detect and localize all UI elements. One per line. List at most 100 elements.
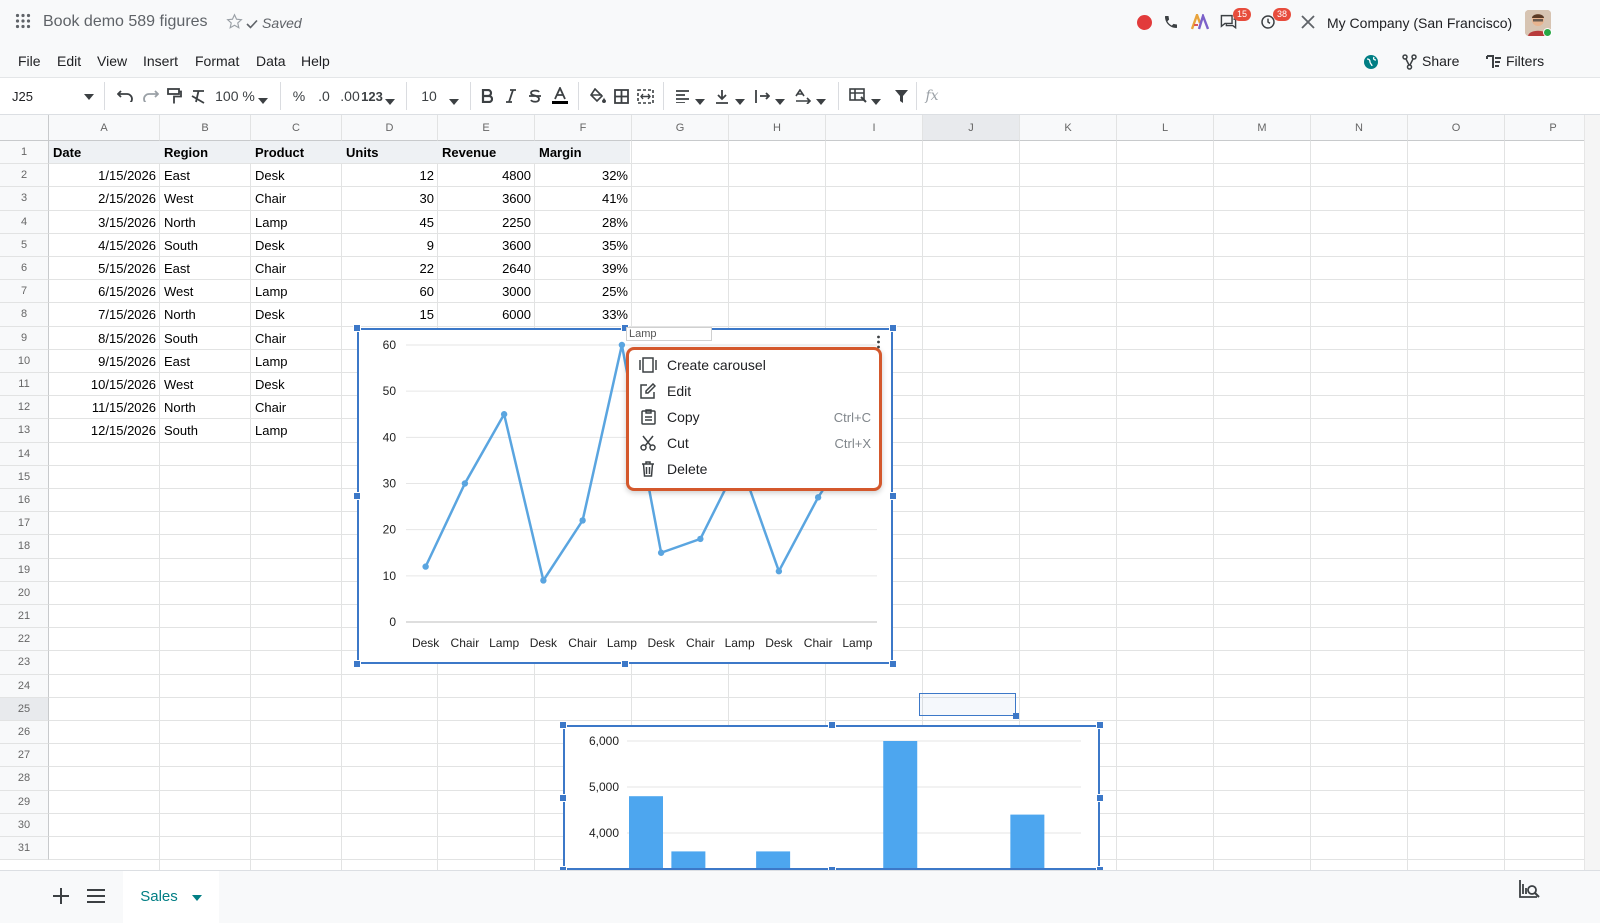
- data-point[interactable]: [697, 536, 703, 542]
- data-point[interactable]: [501, 411, 507, 417]
- table-header-cell[interactable]: Product: [251, 141, 342, 164]
- table-header-cell[interactable]: Margin: [535, 141, 632, 164]
- table-cell[interactable]: 60: [342, 280, 438, 303]
- table-cell[interactable]: 3600: [438, 234, 535, 257]
- text-rotation-icon[interactable]: [793, 85, 813, 107]
- table-cell[interactable]: Desk: [251, 234, 342, 257]
- row-header-16[interactable]: 16: [0, 489, 49, 512]
- row-header-11[interactable]: 11: [0, 373, 49, 396]
- menu-item-edit[interactable]: Edit: [637, 378, 871, 404]
- document-title[interactable]: Book demo 589 figures: [43, 13, 208, 31]
- bar[interactable]: [629, 796, 663, 870]
- table-cell[interactable]: 1/15/2026: [49, 164, 160, 187]
- row-header-8[interactable]: 8: [0, 303, 49, 326]
- table-cell[interactable]: 28%: [535, 211, 632, 234]
- resize-handle[interactable]: [828, 721, 836, 729]
- bold-icon[interactable]: [478, 85, 496, 107]
- bar-chart[interactable]: 4,0005,0006,000: [563, 725, 1100, 870]
- sheet-list-icon[interactable]: [87, 889, 105, 908]
- resize-handle[interactable]: [1096, 794, 1104, 802]
- fill-color-icon[interactable]: [587, 85, 607, 107]
- data-point[interactable]: [776, 568, 782, 574]
- row-header-28[interactable]: 28: [0, 767, 49, 790]
- table-cell[interactable]: West: [160, 280, 251, 303]
- table-cell[interactable]: 7/15/2026: [49, 303, 160, 326]
- table-cell[interactable]: Chair: [251, 187, 342, 210]
- column-header-j[interactable]: J: [923, 115, 1020, 141]
- row-header-29[interactable]: 29: [0, 791, 49, 814]
- row-header-20[interactable]: 20: [0, 582, 49, 605]
- resize-handle[interactable]: [559, 721, 567, 729]
- redo-icon[interactable]: [140, 85, 160, 107]
- column-header-g[interactable]: G: [632, 115, 729, 141]
- table-cell[interactable]: North: [160, 303, 251, 326]
- filter-icon[interactable]: [891, 85, 911, 107]
- record-icon[interactable]: [1137, 15, 1152, 30]
- selected-cell[interactable]: [919, 693, 1016, 716]
- row-header-25[interactable]: 25: [0, 698, 49, 721]
- table-cell[interactable]: 9: [342, 234, 438, 257]
- table-cell[interactable]: South: [160, 419, 251, 442]
- decrease-decimal-button[interactable]: .0: [314, 85, 334, 107]
- italic-icon[interactable]: [502, 85, 520, 107]
- table-cell[interactable]: 41%: [535, 187, 632, 210]
- table-cell[interactable]: 9/15/2026: [49, 350, 160, 373]
- row-header-26[interactable]: 26: [0, 721, 49, 744]
- table-cell[interactable]: 25%: [535, 280, 632, 303]
- menu-format[interactable]: Format: [195, 53, 239, 69]
- table-cell[interactable]: 32%: [535, 164, 632, 187]
- row-header-19[interactable]: 19: [0, 559, 49, 582]
- table-cell[interactable]: Lamp: [251, 419, 342, 442]
- bar[interactable]: [883, 741, 917, 870]
- data-point[interactable]: [658, 550, 664, 556]
- row-header-9[interactable]: 9: [0, 327, 49, 350]
- row-header-30[interactable]: 30: [0, 814, 49, 837]
- column-header-l[interactable]: L: [1117, 115, 1214, 141]
- table-header-cell[interactable]: Units: [342, 141, 438, 164]
- column-header-h[interactable]: H: [729, 115, 826, 141]
- row-header-3[interactable]: 3: [0, 187, 49, 210]
- borders-icon[interactable]: [611, 85, 631, 107]
- bar[interactable]: [671, 851, 705, 870]
- apps-grid-icon[interactable]: [15, 13, 31, 34]
- company-switcher[interactable]: My Company (San Francisco): [1327, 15, 1512, 31]
- row-header-31[interactable]: 31: [0, 837, 49, 860]
- column-header-d[interactable]: D: [342, 115, 438, 141]
- share-button[interactable]: Share: [1422, 53, 1459, 69]
- resize-handle[interactable]: [889, 324, 897, 332]
- vertical-scrollbar[interactable]: [1584, 115, 1600, 870]
- table-cell[interactable]: 2250: [438, 211, 535, 234]
- table-cell[interactable]: East: [160, 350, 251, 373]
- menu-item-cut[interactable]: Cut Ctrl+X: [637, 430, 871, 456]
- table-cell[interactable]: 6000: [438, 303, 535, 326]
- merge-cells-icon[interactable]: [635, 85, 655, 107]
- row-header-18[interactable]: 18: [0, 535, 49, 558]
- row-header-7[interactable]: 7: [0, 280, 49, 303]
- increase-decimal-button[interactable]: .00: [338, 85, 362, 107]
- undo-icon[interactable]: [115, 85, 135, 107]
- menu-item-copy[interactable]: Copy Ctrl+C: [637, 404, 871, 430]
- table-cell[interactable]: Chair: [251, 257, 342, 280]
- column-header-c[interactable]: C: [251, 115, 342, 141]
- table-cell[interactable]: East: [160, 257, 251, 280]
- table-cell[interactable]: Desk: [251, 164, 342, 187]
- filters-button[interactable]: Filters: [1506, 53, 1544, 69]
- table-cell[interactable]: South: [160, 327, 251, 350]
- add-sheet-icon[interactable]: [52, 887, 70, 910]
- row-header-21[interactable]: 21: [0, 605, 49, 628]
- table-cell[interactable]: West: [160, 373, 251, 396]
- table-header-cell[interactable]: Date: [49, 141, 160, 164]
- table-cell[interactable]: 5/15/2026: [49, 257, 160, 280]
- resize-handle[interactable]: [1096, 721, 1104, 729]
- column-header-b[interactable]: B: [160, 115, 251, 141]
- bar[interactable]: [756, 851, 790, 870]
- sheet-tab-sales[interactable]: Sales: [123, 871, 219, 924]
- row-header-4[interactable]: 4: [0, 211, 49, 234]
- data-point[interactable]: [815, 494, 821, 500]
- row-header-2[interactable]: 2: [0, 164, 49, 187]
- resize-handle[interactable]: [353, 492, 361, 500]
- resize-handle[interactable]: [889, 660, 897, 668]
- menu-help[interactable]: Help: [301, 53, 330, 69]
- table-cell[interactable]: 2/15/2026: [49, 187, 160, 210]
- table-cell[interactable]: 3600: [438, 187, 535, 210]
